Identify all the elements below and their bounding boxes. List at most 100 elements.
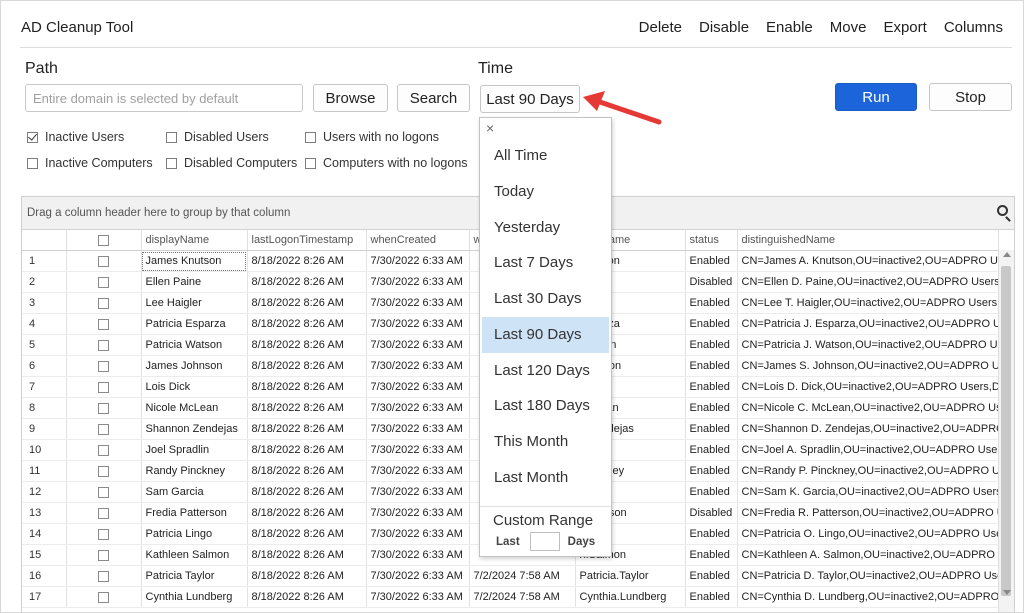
cell-whencreated[interactable]: 7/30/2022 6:33 AM: [366, 460, 470, 482]
row-select-cell[interactable]: [66, 376, 142, 398]
checkbox-icon[interactable]: [305, 157, 316, 169]
cell-status[interactable]: Enabled: [685, 565, 738, 587]
cell-whencreated[interactable]: 7/30/2022 6:33 AM: [366, 523, 470, 545]
cell-whencreated[interactable]: 7/30/2022 6:33 AM: [366, 250, 470, 272]
stop-button[interactable]: Stop: [929, 83, 1012, 111]
filter-inactive-computers[interactable]: Inactive Computers: [27, 156, 153, 170]
checkbox-checked-icon[interactable]: [27, 131, 38, 143]
menu-export[interactable]: Export: [883, 19, 926, 36]
cell-displayname[interactable]: Patricia Watson: [141, 334, 248, 356]
col-displayname[interactable]: displayName: [141, 230, 248, 251]
cell-distinguishedname[interactable]: CN=Joel A. Spradlin,OU=inactive2,OU=ADPR…: [737, 439, 999, 461]
cell-whencreated[interactable]: 7/30/2022 6:33 AM: [366, 397, 470, 419]
cell-lastlogon[interactable]: 8/18/2022 8:26 AM: [247, 565, 367, 587]
row-select-cell[interactable]: [66, 544, 142, 566]
filter-disabled-computers[interactable]: Disabled Computers: [166, 156, 297, 170]
cell-accountname[interactable]: Patricia.Taylor: [575, 565, 686, 587]
time-option[interactable]: This Month: [482, 424, 609, 460]
checkbox-icon[interactable]: [166, 157, 177, 169]
cell-whencreated[interactable]: 7/30/2022 6:33 AM: [366, 355, 470, 377]
cell-displayname[interactable]: Lois Dick: [141, 376, 248, 398]
cell-whencreated[interactable]: 7/30/2022 6:33 AM: [366, 271, 470, 293]
col-lastlogontimestamp[interactable]: lastLogonTimestamp: [247, 230, 367, 251]
cell-displayname[interactable]: Kathleen Salmon: [141, 544, 248, 566]
cell-status[interactable]: Enabled: [685, 439, 738, 461]
path-input[interactable]: [25, 84, 303, 112]
cell-whencreated[interactable]: 7/30/2022 6:33 AM: [366, 544, 470, 566]
cell-whencreated[interactable]: 7/30/2022 6:33 AM: [366, 334, 470, 356]
col-select-all[interactable]: [66, 230, 142, 251]
cell-status[interactable]: Enabled: [685, 397, 738, 419]
cell-status[interactable]: Enabled: [685, 313, 738, 335]
cell-status[interactable]: Enabled: [685, 355, 738, 377]
row-select-cell[interactable]: [66, 250, 142, 272]
row-select-cell[interactable]: [66, 334, 142, 356]
cell-lastlogon[interactable]: 8/18/2022 8:26 AM: [247, 502, 367, 524]
row-select-cell[interactable]: [66, 271, 142, 293]
cell-displayname[interactable]: Fredia Patterson: [141, 502, 248, 524]
cell-status[interactable]: Enabled: [685, 586, 738, 608]
row-select-cell[interactable]: [66, 523, 142, 545]
cell-status[interactable]: Enabled: [685, 544, 738, 566]
cell-distinguishedname[interactable]: CN=Patricia O. Lingo,OU=inactive2,OU=ADP…: [737, 523, 999, 545]
cell-distinguishedname[interactable]: CN=Ellen D. Paine,OU=inactive2,OU=ADPRO …: [737, 271, 999, 293]
cell-whencreated[interactable]: 7/30/2022 6:33 AM: [366, 586, 470, 608]
cell-lastlogon[interactable]: 8/18/2022 8:26 AM: [247, 586, 367, 608]
checkbox-icon[interactable]: [98, 465, 109, 477]
cell-lastlogon[interactable]: 8/18/2022 8:26 AM: [247, 439, 367, 461]
time-option[interactable]: Last 7 Days: [482, 245, 609, 281]
cell-partial[interactable]: 7/2/2024 7:58 AM: [469, 565, 576, 587]
cell-status[interactable]: Enabled: [685, 250, 738, 272]
menu-disable[interactable]: Disable: [699, 19, 749, 36]
cell-status[interactable]: Enabled: [685, 334, 738, 356]
cell-distinguishedname[interactable]: CN=James S. Johnson,OU=inactive2,OU=ADPR…: [737, 355, 999, 377]
time-option[interactable]: Last 90 Days: [482, 316, 609, 353]
cell-partial[interactable]: 7/2/2024 7:58 AM: [469, 586, 576, 608]
cell-distinguishedname[interactable]: CN=Kathleen A. Salmon,OU=inactive2,OU=AD…: [737, 544, 999, 566]
filter-disabled-users[interactable]: Disabled Users: [166, 130, 269, 144]
row-select-cell[interactable]: [66, 292, 142, 314]
col-whencreated[interactable]: whenCreated: [366, 230, 470, 251]
cell-whencreated[interactable]: 7/30/2022 6:33 AM: [366, 481, 470, 503]
checkbox-icon[interactable]: [98, 360, 109, 372]
cell-distinguishedname[interactable]: CN=Randy P. Pinckney,OU=inactive2,OU=ADP…: [737, 460, 999, 482]
cell-whencreated[interactable]: 7/30/2022 6:33 AM: [366, 502, 470, 524]
close-icon[interactable]: ×: [486, 120, 494, 136]
table-row[interactable]: 17 Cynthia Lundberg 8/18/2022 8:26 AM 7/30/…: [22, 586, 999, 608]
cell-whencreated[interactable]: 7/30/2022 6:33 AM: [366, 418, 470, 440]
cell-distinguishedname[interactable]: CN=Lee T. Haigler,OU=inactive2,OU=ADPRO …: [737, 292, 999, 314]
cell-lastlogon[interactable]: 8/18/2022 8:26 AM: [247, 460, 367, 482]
cell-accountname[interactable]: Cynthia.Lundberg: [575, 586, 686, 608]
time-option[interactable]: Last 180 Days: [482, 388, 609, 424]
cell-status[interactable]: Disabled: [685, 271, 738, 293]
cell-displayname[interactable]: James Johnson: [141, 355, 248, 377]
time-option[interactable]: Last 120 Days: [482, 353, 609, 389]
checkbox-icon[interactable]: [98, 486, 109, 498]
cell-status[interactable]: Enabled: [685, 523, 738, 545]
time-option[interactable]: Last 30 Days: [482, 281, 609, 317]
time-option[interactable]: Yesterday: [482, 210, 609, 246]
cell-displayname[interactable]: Patricia Esparza: [141, 313, 248, 335]
table-row[interactable]: 16 Patricia Taylor 8/18/2022 8:26 AM 7/30/2…: [22, 565, 999, 587]
cell-distinguishedname[interactable]: CN=Lois D. Dick,OU=inactive2,OU=ADPRO Us…: [737, 376, 999, 398]
cell-distinguishedname[interactable]: CN=Shannon D. Zendejas,OU=inactive2,OU=A…: [737, 418, 999, 440]
row-select-cell[interactable]: [66, 418, 142, 440]
row-select-cell[interactable]: [66, 313, 142, 335]
checkbox-icon[interactable]: [98, 591, 109, 603]
cell-displayname[interactable]: Randy Pinckney: [141, 460, 248, 482]
scroll-down-icon[interactable]: [1003, 590, 1011, 595]
scroll-thumb[interactable]: [1001, 266, 1011, 596]
cell-lastlogon[interactable]: 8/18/2022 8:26 AM: [247, 544, 367, 566]
cell-displayname[interactable]: James Knutson: [141, 250, 248, 272]
checkbox-icon[interactable]: [166, 131, 177, 143]
cell-lastlogon[interactable]: 8/18/2022 8:26 AM: [247, 418, 367, 440]
cell-distinguishedname[interactable]: CN=Patricia J. Watson,OU=inactive2,OU=AD…: [737, 334, 999, 356]
checkbox-icon[interactable]: [98, 234, 109, 246]
cell-whencreated[interactable]: 7/30/2022 6:33 AM: [366, 313, 470, 335]
cell-status[interactable]: Enabled: [685, 481, 738, 503]
row-select-cell[interactable]: [66, 397, 142, 419]
checkbox-icon[interactable]: [98, 297, 109, 309]
row-select-cell[interactable]: [66, 481, 142, 503]
row-select-cell[interactable]: [66, 586, 142, 608]
cell-distinguishedname[interactable]: CN=James A. Knutson,OU=inactive2,OU=ADPR…: [737, 250, 999, 272]
